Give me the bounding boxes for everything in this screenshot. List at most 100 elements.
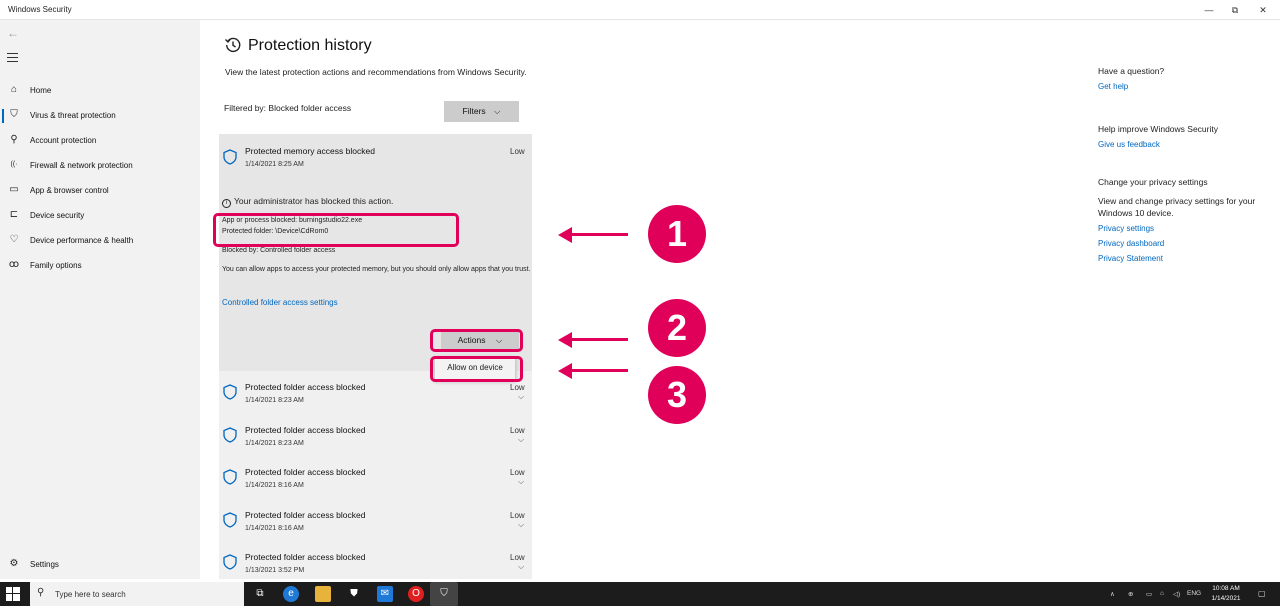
hamburger-menu-icon[interactable] bbox=[7, 53, 18, 65]
chevron-down-icon[interactable]: ⌵ bbox=[518, 520, 524, 530]
window-icon: ▭ bbox=[9, 184, 19, 195]
mail-icon[interactable]: ✉ bbox=[377, 586, 393, 602]
task-view-icon[interactable]: ⧉ bbox=[252, 586, 268, 602]
chevron-down-icon[interactable]: ⌵ bbox=[518, 477, 524, 487]
minimize-button[interactable]: — bbox=[1196, 2, 1222, 18]
shield-icon bbox=[223, 384, 237, 400]
privacy-settings-link[interactable]: Privacy settings bbox=[1098, 224, 1280, 233]
sidebar-item-device-security[interactable]: ⊏ Device security bbox=[0, 205, 200, 227]
sidebar-item-account-protection[interactable]: ⚲ Account protection bbox=[0, 130, 200, 152]
history-item[interactable]: Protected folder access blocked 1/14/202… bbox=[219, 379, 532, 421]
chevron-down-icon[interactable]: ⌵ bbox=[518, 392, 524, 402]
get-help-link[interactable]: Get help bbox=[1098, 82, 1280, 91]
gear-icon: ⚙ bbox=[9, 558, 19, 569]
sidebar-item-device-performance[interactable]: ♡ Device performance & health bbox=[0, 230, 200, 252]
history-item[interactable]: Protected folder access blocked 1/13/202… bbox=[219, 549, 532, 579]
annotation-number-2: 2 bbox=[648, 299, 706, 357]
main-content: Protection history View the latest prote… bbox=[200, 20, 1280, 579]
battery-icon[interactable]: ▭ bbox=[1146, 590, 1152, 598]
sidebar-item-home[interactable]: ⌂ Home bbox=[0, 80, 200, 102]
clock-time: 10:08 AM bbox=[1212, 585, 1240, 592]
history-item[interactable]: Protected folder access blocked 1/14/202… bbox=[219, 507, 532, 549]
annotation-box-3 bbox=[430, 356, 523, 382]
family-icon: ꝏ bbox=[8, 259, 20, 270]
annotation-box-1 bbox=[213, 213, 459, 247]
shield-icon bbox=[223, 554, 237, 570]
history-item[interactable]: Protected folder access blocked 1/14/202… bbox=[219, 422, 532, 464]
side-panel: Have a question? Get help Help improve W… bbox=[1098, 66, 1280, 263]
search-placeholder: Type here to search bbox=[55, 590, 126, 599]
restore-button[interactable]: ⧉ bbox=[1222, 2, 1248, 18]
item-severity: Low bbox=[510, 511, 525, 520]
opera-icon[interactable]: O bbox=[408, 586, 424, 602]
info-text: You can allow apps to access your protec… bbox=[222, 266, 531, 273]
taskbar-clock[interactable]: 10:08 AM 1/14/2021 bbox=[1204, 584, 1248, 604]
improve-heading: Help improve Windows Security bbox=[1098, 124, 1218, 134]
item-date: 1/14/2021 8:16 AM bbox=[245, 525, 304, 532]
search-icon: ⚲ bbox=[37, 587, 45, 598]
item-severity: Low bbox=[510, 426, 525, 435]
sidebar-item-family-options[interactable]: ꝏ Family options bbox=[0, 255, 200, 277]
file-explorer-icon[interactable] bbox=[315, 586, 331, 602]
blocked-by-text: Blocked by: Controlled folder access bbox=[222, 247, 336, 254]
filters-button[interactable]: Filters ⌵ bbox=[444, 101, 519, 122]
heart-icon: ♡ bbox=[9, 234, 19, 245]
privacy-dashboard-link[interactable]: Privacy dashboard bbox=[1098, 239, 1280, 248]
question-heading: Have a question? bbox=[1098, 66, 1165, 76]
tray-chevron-icon[interactable]: ∧ bbox=[1110, 590, 1115, 598]
home-icon: ⌂ bbox=[10, 84, 18, 95]
sidebar-item-firewall[interactable]: ((· Firewall & network protection bbox=[0, 155, 200, 177]
chevron-down-icon[interactable]: ⌵ bbox=[518, 562, 524, 572]
shield-icon bbox=[223, 149, 237, 165]
shield-icon bbox=[223, 512, 237, 528]
item-title: Protected folder access blocked bbox=[245, 552, 366, 562]
annotation-arrow-2-line bbox=[570, 338, 628, 341]
sidebar-item-settings[interactable]: ⚙ Settings bbox=[0, 554, 200, 576]
filters-button-label: Filters bbox=[462, 106, 486, 116]
item-date: 1/13/2021 3:52 PM bbox=[245, 567, 305, 574]
sidebar-item-virus-threat-protection[interactable]: ⛉ Virus & threat protection bbox=[0, 105, 200, 127]
shield-icon bbox=[223, 427, 237, 443]
annotation-box-2 bbox=[430, 329, 523, 352]
privacy-heading: Change your privacy settings bbox=[1098, 177, 1208, 187]
item-title: Protected folder access blocked bbox=[245, 382, 366, 392]
windows-start-icon[interactable] bbox=[6, 587, 20, 601]
item-title: Protected folder access blocked bbox=[245, 510, 366, 520]
feedback-link[interactable]: Give us feedback bbox=[1098, 140, 1280, 149]
privacy-text: View and change privacy settings for you… bbox=[1098, 196, 1256, 218]
admin-notice: i Your administrator has blocked this act… bbox=[222, 196, 393, 208]
back-arrow-icon[interactable]: ← bbox=[7, 26, 19, 40]
item-date: 1/14/2021 8:16 AM bbox=[245, 482, 304, 489]
wifi-icon: ((· bbox=[10, 161, 18, 168]
sidebar-item-app-browser-control[interactable]: ▭ App & browser control bbox=[0, 180, 200, 202]
language-indicator[interactable]: ENG bbox=[1187, 590, 1201, 597]
shield-icon bbox=[223, 469, 237, 485]
item-title: Protected folder access blocked bbox=[245, 467, 366, 477]
close-button[interactable]: ✕ bbox=[1250, 2, 1276, 18]
laptop-icon: ⊏ bbox=[9, 209, 19, 220]
sidebar-item-label: App & browser control bbox=[30, 186, 109, 195]
annotation-arrow-3-line bbox=[570, 369, 628, 372]
item-severity: Low bbox=[510, 383, 525, 392]
chevron-down-icon[interactable]: ⌵ bbox=[518, 435, 524, 445]
windows-security-taskbar-icon[interactable]: ⛉ bbox=[430, 582, 458, 606]
history-icon bbox=[225, 37, 241, 53]
item-date: 1/14/2021 8:25 AM bbox=[245, 161, 304, 168]
item-title: Protected memory access blocked bbox=[245, 146, 375, 156]
sidebar: ← ⌂ Home ⛉ Virus & threat protection ⚲ A… bbox=[0, 20, 200, 579]
sidebar-item-label: Account protection bbox=[30, 136, 97, 145]
notifications-icon[interactable]: ▢ bbox=[1258, 589, 1266, 598]
controlled-folder-settings-link[interactable]: Controlled folder access settings bbox=[222, 298, 338, 307]
volume-icon[interactable]: ◁) bbox=[1173, 590, 1180, 598]
store-icon[interactable]: ⛊ bbox=[346, 586, 362, 602]
history-item[interactable]: Protected folder access blocked 1/14/202… bbox=[219, 464, 532, 506]
taskbar-search-box[interactable]: ⚲ Type here to search bbox=[30, 582, 244, 606]
privacy-statement-link[interactable]: Privacy Statement bbox=[1098, 254, 1280, 263]
tray-app-icon[interactable]: ⊕ bbox=[1128, 590, 1133, 598]
network-icon[interactable]: ⌂ bbox=[1160, 590, 1164, 597]
title-bar: Windows Security — ⧉ ✕ bbox=[0, 0, 1280, 20]
item-severity: Low bbox=[510, 147, 525, 156]
annotation-arrow-1-line bbox=[570, 233, 628, 236]
shield-icon: ⛉ bbox=[10, 109, 18, 120]
edge-icon[interactable]: e bbox=[283, 586, 299, 602]
